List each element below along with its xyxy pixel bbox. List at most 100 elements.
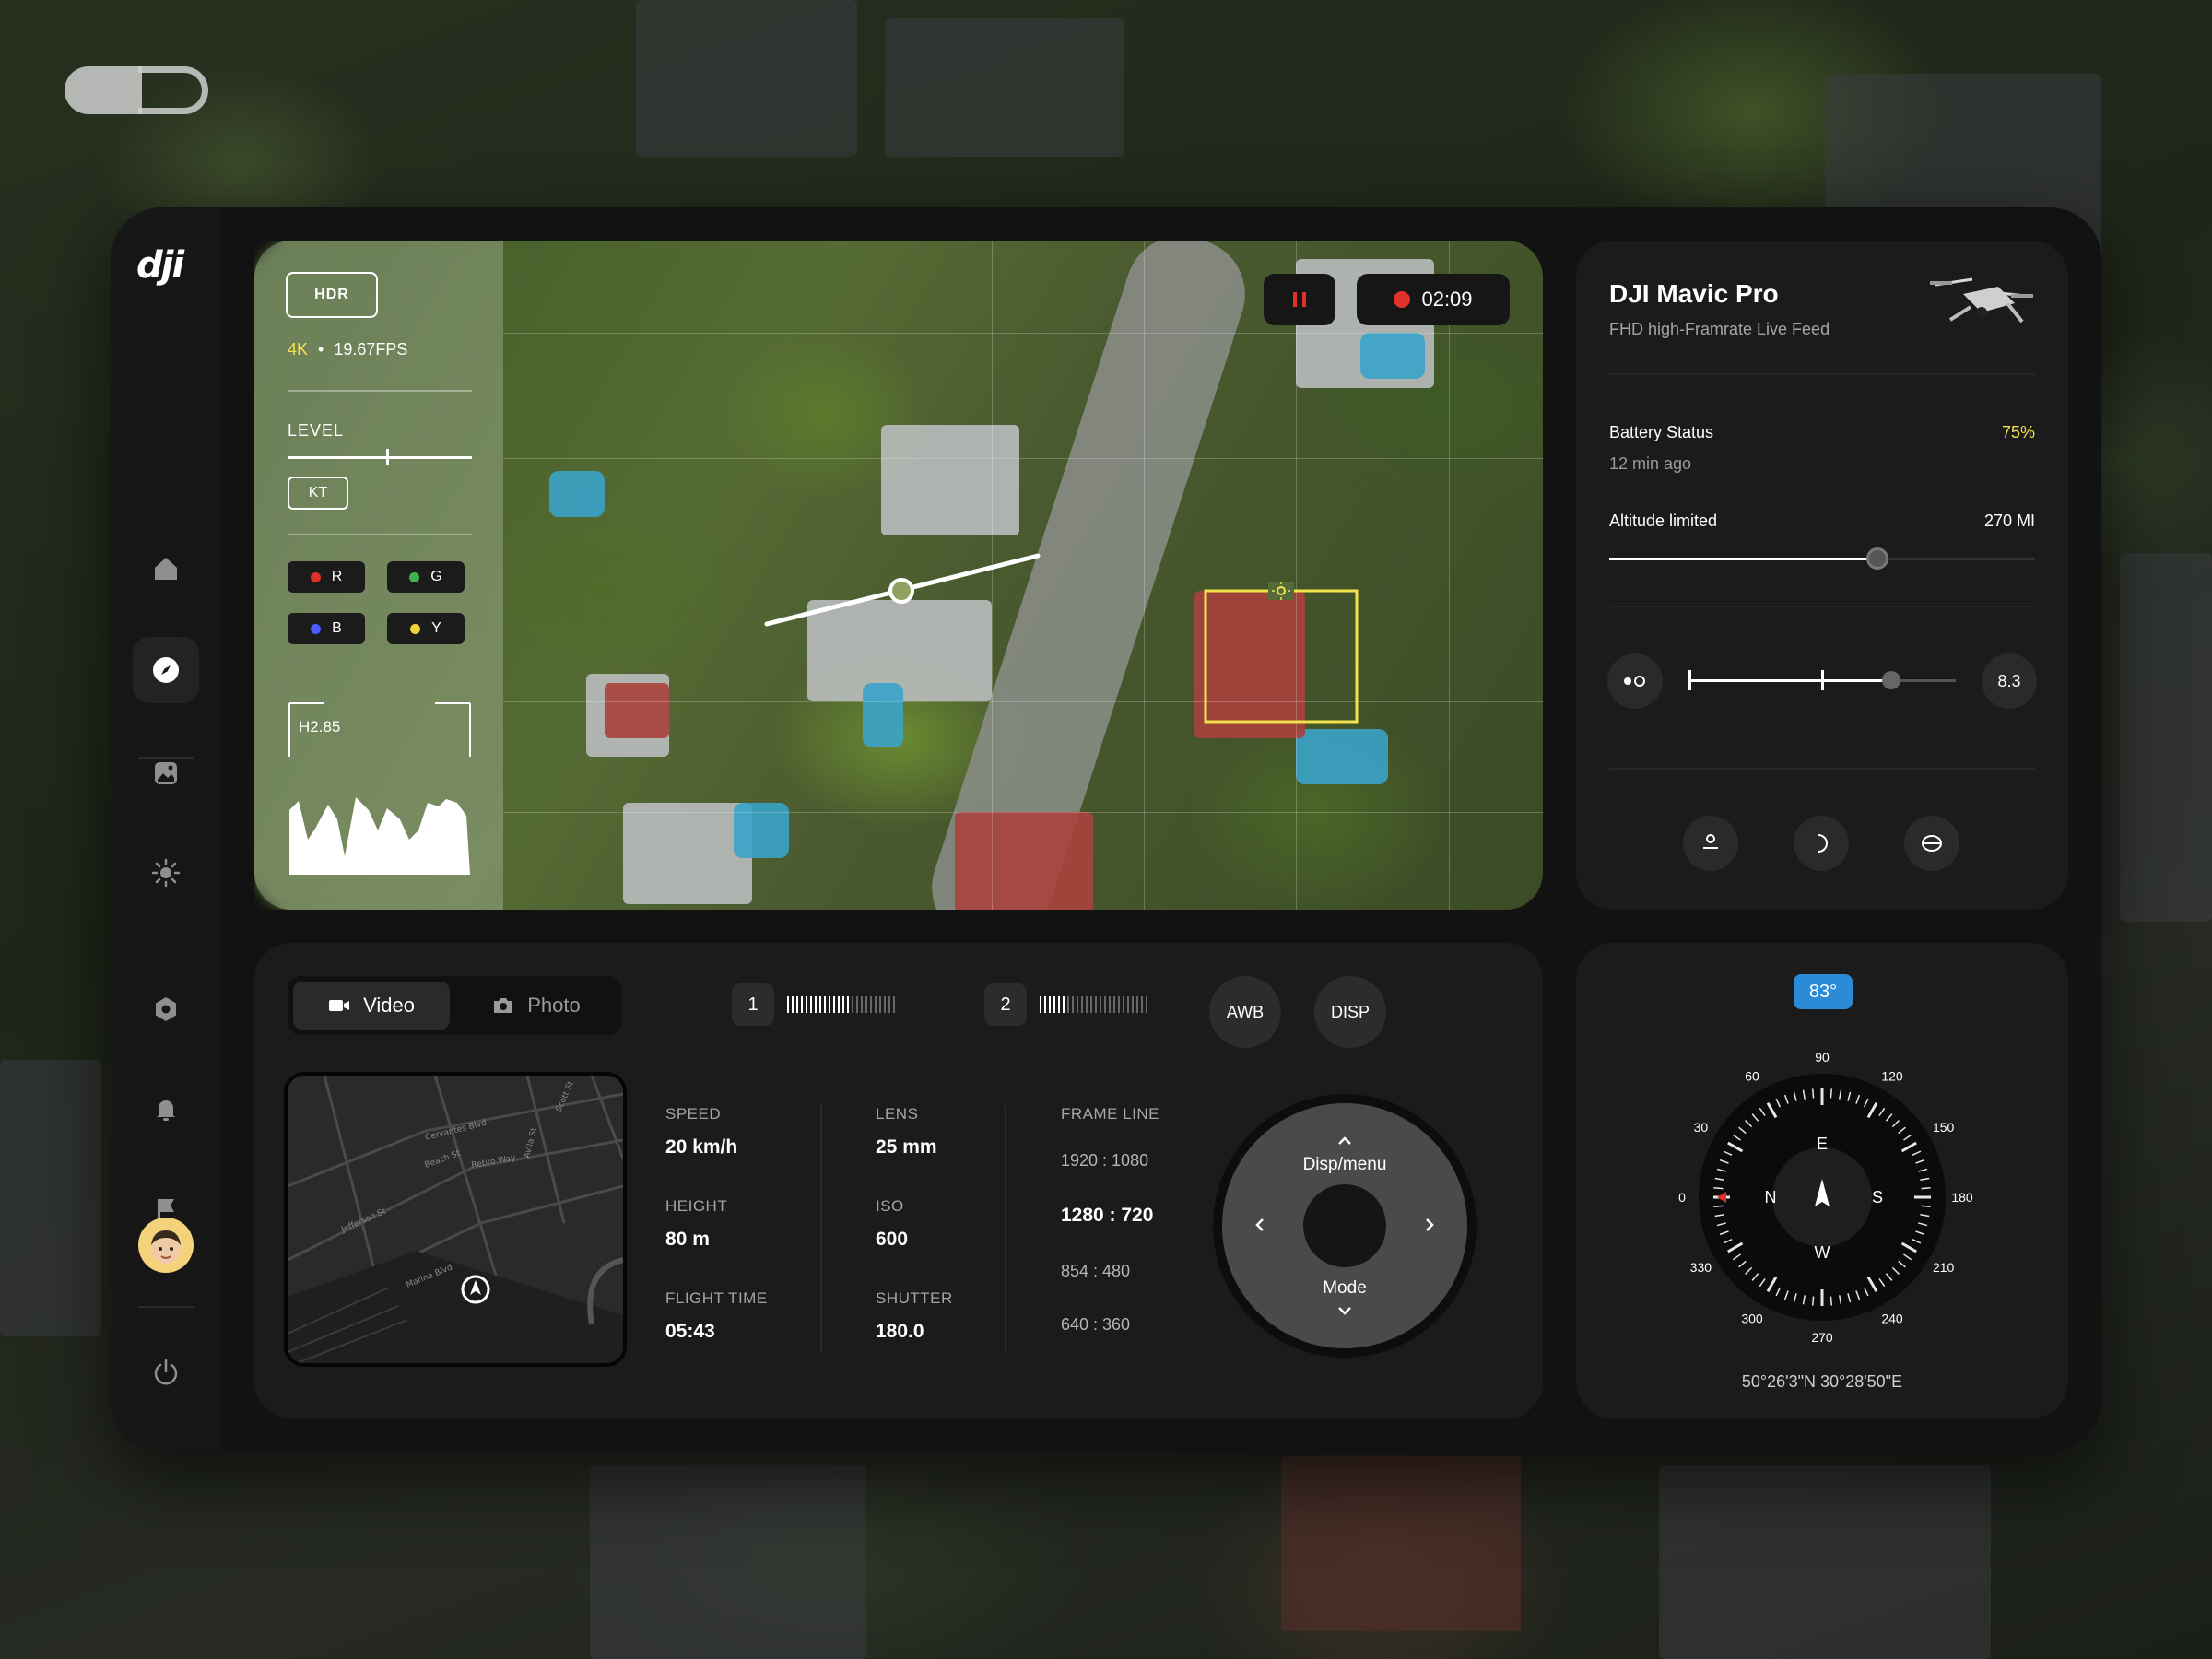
heading-badge: 83°	[1794, 974, 1853, 1009]
fps-value: 19.67FPS	[334, 340, 408, 359]
pause-button[interactable]	[1264, 274, 1335, 325]
altitude-slider-handle[interactable]	[1866, 547, 1889, 570]
histogram-label: H2.85	[299, 718, 341, 735]
disp-button[interactable]: DISP	[1314, 976, 1386, 1048]
compass-degree-label: 210	[1933, 1260, 1955, 1275]
compass-degree-label: 150	[1933, 1120, 1955, 1135]
drone-subtitle: FHD high-Framrate Live Feed	[1609, 320, 1830, 338]
altitude-value: 270 MI	[1983, 512, 2035, 530]
channel-chip-g[interactable]: G	[387, 561, 465, 593]
settings-icon[interactable]	[133, 976, 199, 1042]
gallery-icon[interactable]	[133, 740, 199, 806]
record-dot-icon	[1394, 291, 1411, 308]
mini-map[interactable]: Cervantes Blvd Beach St Jefferson St Mar…	[284, 1072, 627, 1367]
focus-target-box[interactable]	[1200, 574, 1366, 731]
compass-nav-icon[interactable]	[133, 637, 199, 703]
night-mode-button[interactable]	[1794, 816, 1849, 871]
cardinal-e: E	[1817, 1135, 1828, 1153]
horizon-level-indicator	[764, 553, 1041, 627]
dpad-top-label[interactable]: Disp/menu	[1222, 1155, 1467, 1175]
iso-label: ISO	[876, 1197, 904, 1215]
red-dot-icon	[310, 571, 321, 582]
lens-1-level	[787, 996, 895, 1013]
directional-pad[interactable]: Disp/menu Mode	[1213, 1094, 1477, 1358]
channel-chip-r[interactable]: R	[288, 561, 365, 593]
power-icon[interactable]	[133, 1339, 199, 1406]
blue-dot-icon	[311, 623, 322, 634]
awb-button[interactable]: AWB	[1209, 976, 1281, 1048]
compass-degree-label: 120	[1881, 1068, 1903, 1083]
sidebar-divider	[138, 757, 194, 759]
lens-1-badge[interactable]: 1	[732, 983, 774, 1026]
level-slider-handle[interactable]	[386, 449, 389, 465]
frame-line-option[interactable]: 854 : 480	[1061, 1262, 1130, 1281]
avatar[interactable]	[138, 1218, 194, 1273]
compass-dial[interactable]: 0 30 60 90 120 150 180 210 240 270 300 330 N E S W	[1656, 1031, 1988, 1363]
channel-chip-b[interactable]: B	[288, 613, 365, 644]
hdr-button[interactable]: HDR	[286, 272, 378, 318]
exposure-dots-icon	[1624, 676, 1645, 687]
level-slider[interactable]	[288, 456, 472, 459]
chevron-down-icon[interactable]	[1337, 1306, 1352, 1315]
frame-line-option-selected[interactable]: 1280 : 720	[1061, 1205, 1153, 1227]
lens-2-badge[interactable]: 2	[984, 983, 1027, 1026]
bell-icon[interactable]	[133, 1076, 199, 1142]
video-mode-button[interactable]: Video	[293, 982, 450, 1030]
resolution-readout: 4K • 19.67FPS	[288, 340, 408, 359]
compass-degree-label: 240	[1881, 1312, 1903, 1326]
flight-time-value: 05:43	[665, 1321, 715, 1342]
record-timer-button[interactable]: 02:09	[1357, 274, 1510, 325]
panorama-icon	[1922, 835, 1942, 852]
camera-feed[interactable]: HDR 4K • 19.67FPS LEVEL KT R G B Y H2.85	[254, 241, 1543, 910]
sidebar: dji	[111, 207, 221, 1452]
cardinal-s: S	[1872, 1188, 1883, 1206]
flight-time-label: FLIGHT TIME	[665, 1289, 768, 1307]
dpad-bottom-label[interactable]: Mode	[1222, 1278, 1467, 1299]
moon-icon	[1818, 834, 1828, 853]
channel-chip-y[interactable]: Y	[387, 613, 465, 644]
brightness-icon[interactable]	[133, 840, 199, 906]
frame-line-option[interactable]: 1920 : 1080	[1061, 1151, 1148, 1171]
hdr-plus-button[interactable]	[1683, 816, 1738, 871]
app-logo-mark	[65, 66, 208, 114]
drone-name: DJI Mavic Pro	[1609, 279, 1779, 308]
record-timer: 02:09	[1421, 288, 1473, 311]
height-value: 80 m	[665, 1229, 710, 1250]
compass-degree-label: 90	[1815, 1050, 1830, 1065]
capture-mode-toggle: Video Photo	[288, 976, 621, 1035]
photo-mode-button[interactable]: Photo	[457, 982, 616, 1030]
chevron-left-icon[interactable]	[1255, 1218, 1265, 1232]
panorama-button[interactable]	[1904, 816, 1959, 871]
compass-degree-label: 60	[1745, 1068, 1759, 1083]
frame-line-option[interactable]: 640 : 360	[1061, 1315, 1130, 1335]
home-icon[interactable]	[133, 535, 199, 602]
compass-degree-label: 30	[1694, 1120, 1709, 1135]
hdr-plus-icon	[1703, 834, 1718, 849]
cardinal-w: W	[1815, 1243, 1830, 1262]
brand-logo[interactable]: dji	[136, 244, 184, 287]
photo-camera-icon	[494, 998, 513, 1013]
chevron-up-icon[interactable]	[1337, 1136, 1352, 1146]
location-marker-icon	[461, 1275, 490, 1304]
speed-value: 20 km/h	[665, 1136, 738, 1158]
altitude-slider-fill	[1609, 558, 1878, 560]
green-dot-icon	[409, 571, 420, 582]
iso-value: 600	[876, 1229, 909, 1250]
shutter-value: 180.0	[876, 1321, 924, 1342]
exposure-mode-button[interactable]	[1607, 653, 1663, 709]
compass-degree-label: 0	[1678, 1190, 1686, 1205]
dpad-center-button[interactable]	[1303, 1184, 1386, 1267]
altitude-label: Altitude limited	[1609, 512, 1718, 530]
level-label: LEVEL	[288, 421, 345, 440]
drone-icon	[1930, 277, 2033, 324]
exposure-slider-handle[interactable]	[1882, 671, 1901, 689]
battery-label: Battery Status	[1609, 423, 1714, 441]
chevron-right-icon[interactable]	[1425, 1218, 1434, 1232]
battery-value: 75%	[2001, 423, 2035, 441]
kt-button[interactable]: KT	[288, 477, 348, 510]
camera-settings-overlay: HDR 4K • 19.67FPS LEVEL KT R G B Y H2.85	[254, 241, 503, 910]
compass-panel: 83° 0 30 60 90 120 150 180 210 240 270 300 330 N E …	[1576, 943, 2068, 1418]
yellow-dot-icon	[410, 623, 421, 634]
battery-updated: 12 min ago	[1609, 454, 1692, 473]
pause-icon	[1293, 292, 1306, 307]
